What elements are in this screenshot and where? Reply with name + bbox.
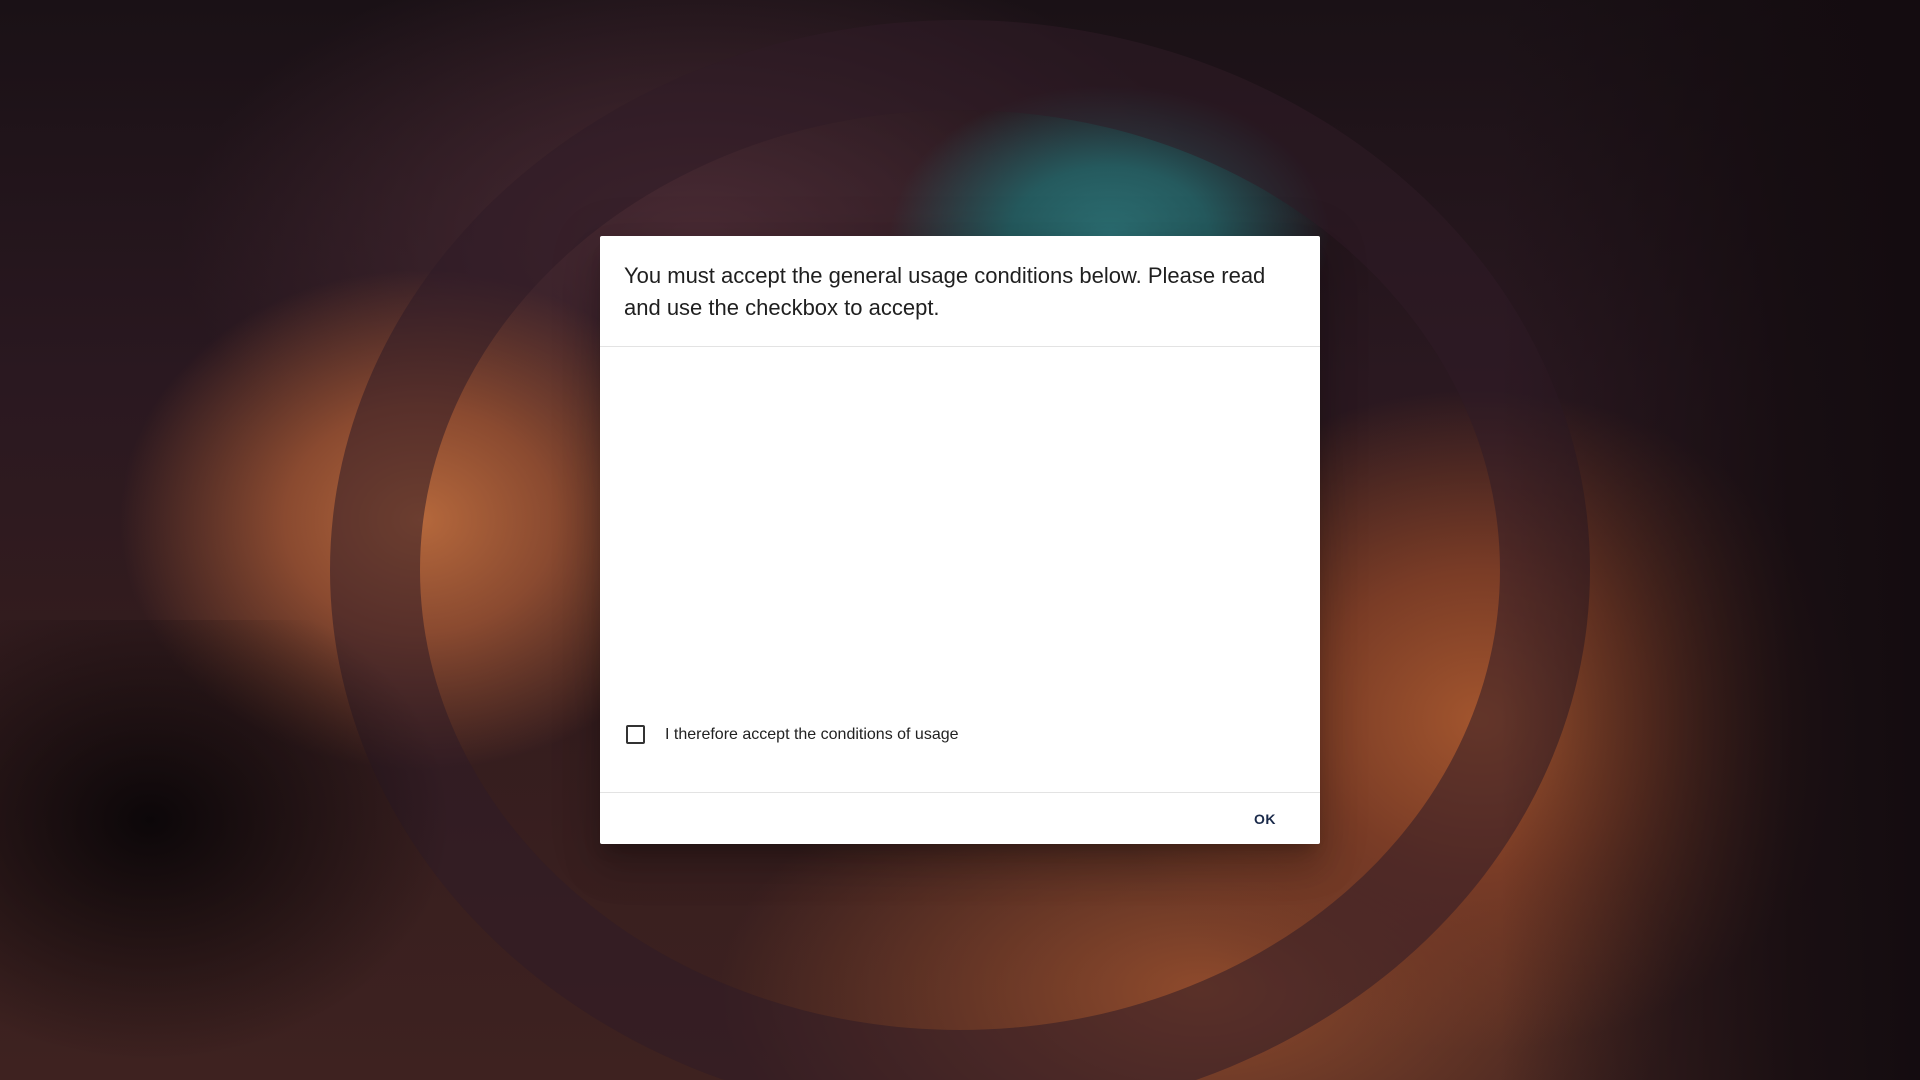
conditions-text xyxy=(624,347,1296,703)
wallpaper-shadow-left xyxy=(0,620,520,1080)
dialog-header: You must accept the general usage condit… xyxy=(600,236,1320,347)
ok-button[interactable]: OK xyxy=(1242,803,1288,835)
dialog-content: I therefore accept the conditions of usa… xyxy=(600,347,1320,792)
usage-conditions-dialog: You must accept the general usage condit… xyxy=(600,236,1320,844)
dialog-footer: OK xyxy=(600,792,1320,844)
accept-conditions-label[interactable]: I therefore accept the conditions of usa… xyxy=(665,726,959,744)
accept-conditions-row[interactable]: I therefore accept the conditions of usa… xyxy=(626,725,959,744)
accept-conditions-checkbox[interactable] xyxy=(626,725,645,744)
dialog-title: You must accept the general usage condit… xyxy=(624,263,1266,320)
wallpaper-shadow-right xyxy=(1500,0,1920,1080)
